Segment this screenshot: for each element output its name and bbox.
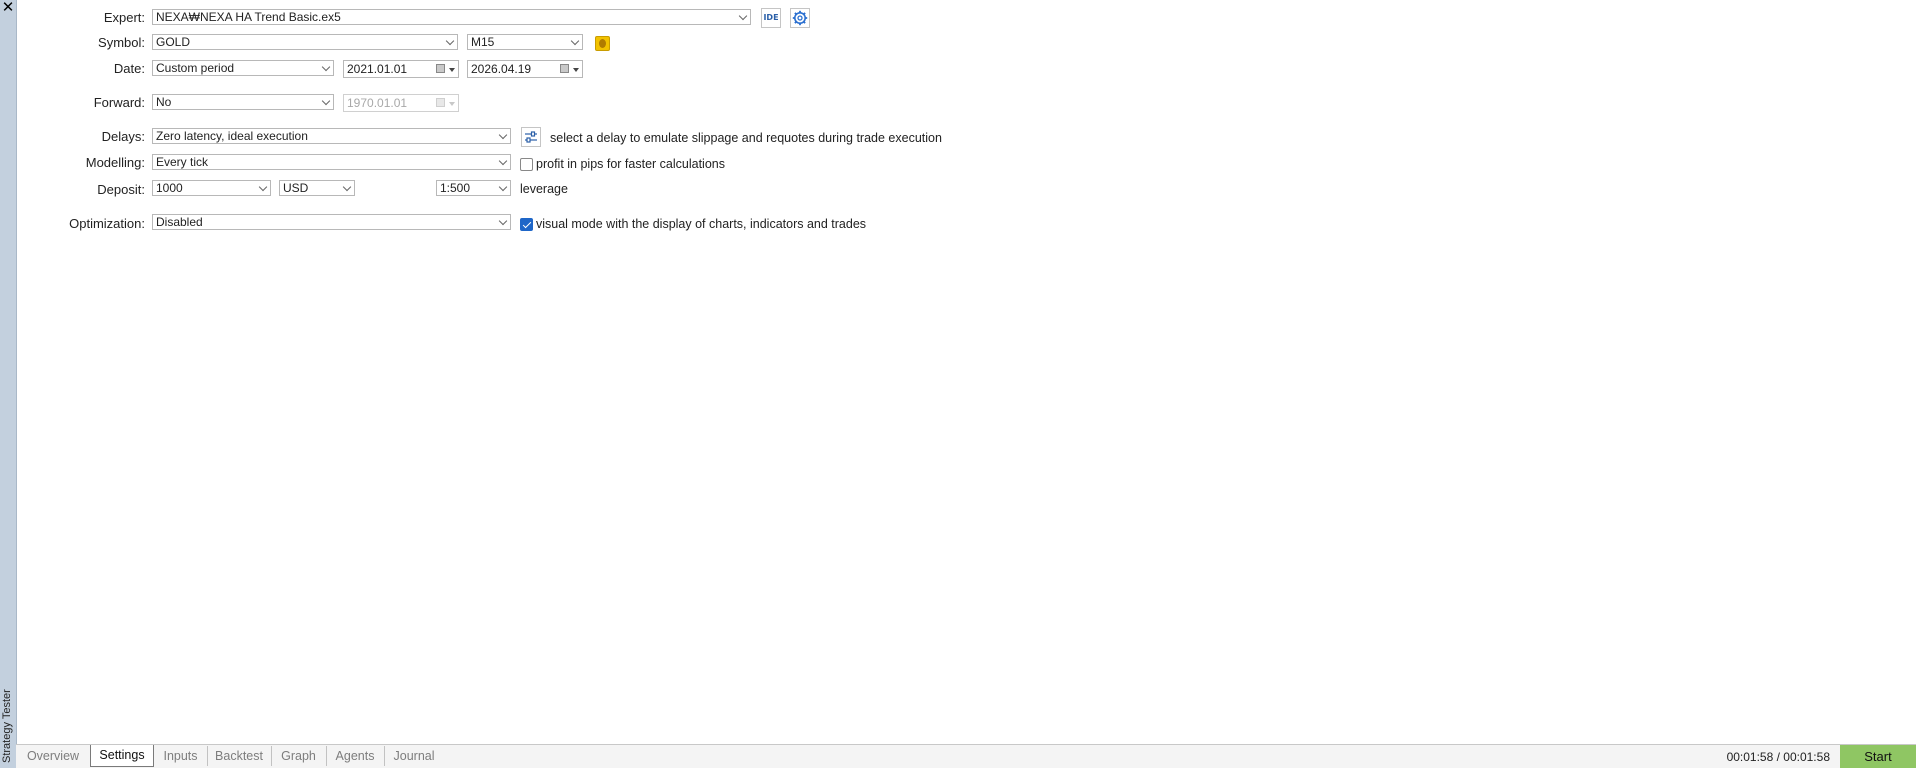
tab-overview[interactable]: Overview: [16, 746, 91, 766]
modelling-label: Modelling:: [85, 155, 145, 170]
forward-date-field: 1970.01.01: [343, 94, 459, 112]
delays-select[interactable]: Zero latency, ideal execution: [152, 128, 511, 144]
modelling-value: Every tick: [156, 155, 209, 169]
chevron-down-icon: [321, 96, 331, 106]
visual-mode-label: visual mode with the display of charts, …: [536, 217, 867, 231]
forward-value: No: [156, 95, 172, 109]
chevron-down-icon: [738, 11, 748, 21]
date-period-value: Custom period: [156, 61, 235, 75]
deposit-select[interactable]: 1000: [152, 180, 271, 196]
forward-date-value: 1970.01.01: [347, 96, 408, 110]
panel-vertical-title: Strategy Tester: [1, 689, 13, 763]
currency-value: USD: [283, 181, 309, 195]
symbol-specification-button[interactable]: [595, 36, 610, 51]
date-to-value: 2026.04.19: [471, 62, 532, 76]
dropdown-arrow-icon: [449, 102, 455, 106]
chevron-down-icon: [342, 182, 352, 192]
bottom-tab-bar: Overview Settings Inputs Backtest Graph …: [16, 744, 1916, 768]
delay-settings-button[interactable]: [521, 127, 541, 147]
tab-graph[interactable]: Graph: [271, 746, 327, 766]
symbol-value: GOLD: [156, 35, 191, 49]
leverage-select[interactable]: 1:500: [436, 180, 511, 196]
delays-hint: select a delay to emulate slippage and r…: [550, 131, 942, 145]
leverage-label: leverage: [520, 182, 568, 196]
forward-select[interactable]: No: [152, 94, 334, 110]
tab-inputs[interactable]: Inputs: [154, 746, 208, 766]
chevron-down-icon: [570, 36, 580, 46]
date-period-select[interactable]: Custom period: [152, 60, 334, 76]
modelling-select[interactable]: Every tick: [152, 154, 511, 170]
currency-select[interactable]: USD: [279, 180, 355, 196]
tab-journal[interactable]: Journal: [384, 746, 444, 766]
tab-backtest[interactable]: Backtest: [207, 746, 272, 766]
pips-checkbox[interactable]: [520, 158, 533, 171]
expert-value: NEXA₩NEXA HA Trend Basic.ex5: [156, 10, 341, 24]
dropdown-arrow-icon: [573, 68, 579, 72]
chevron-down-icon: [498, 216, 508, 226]
calendar-icon[interactable]: [560, 64, 569, 73]
chevron-down-icon: [258, 182, 268, 192]
deposit-value: 1000: [156, 181, 183, 195]
pips-label: profit in pips for faster calculations: [536, 157, 725, 171]
chevron-down-icon: [445, 36, 455, 46]
timeframe-value: M15: [471, 35, 495, 49]
elapsed-timer: 00:01:58 / 00:01:58: [1726, 750, 1830, 764]
visual-mode-checkbox[interactable]: [520, 218, 533, 231]
optimization-value: Disabled: [156, 215, 203, 229]
tester-sidebar: ✕ Strategy Tester: [0, 0, 17, 768]
ide-icon: IDE: [763, 13, 779, 22]
ide-button[interactable]: IDE: [761, 8, 781, 28]
tab-agents[interactable]: Agents: [326, 746, 385, 766]
start-button[interactable]: Start: [1840, 745, 1916, 768]
expert-label: Expert:: [103, 10, 145, 25]
optimization-label: Optimization:: [69, 216, 145, 231]
chevron-down-icon: [498, 156, 508, 166]
sliders-icon: [525, 131, 537, 143]
date-from-value: 2021.01.01: [347, 62, 408, 76]
optimization-select[interactable]: Disabled: [152, 214, 511, 230]
delays-label: Delays:: [101, 129, 145, 144]
timeframe-select[interactable]: M15: [467, 34, 583, 50]
coin-icon: [599, 39, 606, 48]
date-label: Date:: [113, 61, 145, 76]
symbol-label: Symbol:: [98, 35, 145, 50]
date-to-field[interactable]: 2026.04.19: [467, 60, 583, 78]
chevron-down-icon: [321, 62, 331, 72]
expert-settings-button[interactable]: [790, 8, 810, 28]
tab-settings[interactable]: Settings: [90, 745, 154, 767]
delays-value: Zero latency, ideal execution: [156, 129, 308, 143]
chevron-down-icon: [498, 182, 508, 192]
chevron-down-icon: [498, 130, 508, 140]
forward-label: Forward:: [93, 95, 145, 110]
dropdown-arrow-icon: [449, 68, 455, 72]
gear-icon: [792, 10, 808, 26]
leverage-value: 1:500: [440, 181, 471, 195]
calendar-icon: [436, 98, 445, 107]
date-from-field[interactable]: 2021.01.01: [343, 60, 459, 78]
calendar-icon[interactable]: [436, 64, 445, 73]
symbol-select[interactable]: GOLD: [152, 34, 458, 50]
expert-select[interactable]: NEXA₩NEXA HA Trend Basic.ex5: [152, 9, 751, 25]
deposit-label: Deposit:: [97, 182, 145, 197]
